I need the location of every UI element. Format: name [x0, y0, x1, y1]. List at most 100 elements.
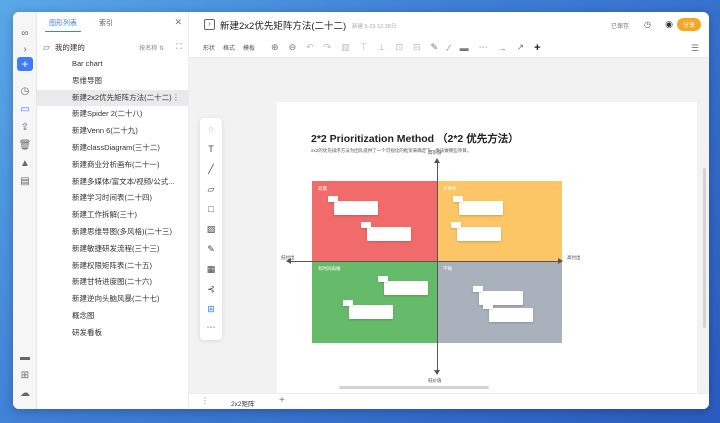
- list-item[interactable]: 新建甘特进度图(二十六): [37, 274, 188, 291]
- delete-icon[interactable]: ▥: [341, 42, 350, 53]
- mindmap-icon[interactable]: ⊰: [204, 282, 218, 296]
- line-icon[interactable]: ╱: [204, 162, 218, 176]
- text-color-icon[interactable]: ▬: [460, 43, 469, 53]
- recent-icon[interactable]: ◷: [17, 84, 33, 98]
- shape-menu[interactable]: 形状: [203, 43, 215, 52]
- add-page-button[interactable]: +: [279, 395, 285, 406]
- canvas[interactable]: ◌ T ╱ ▱ □ ▨ ✎ ▦ ⊰ ⊞ ⋯ 2*2 Prioritization…: [189, 58, 709, 397]
- arrow-style-icon[interactable]: →: [498, 43, 507, 53]
- list-item[interactable]: 新建学习时间表(二十四): [37, 190, 188, 207]
- align-icon[interactable]: ⊤: [360, 42, 368, 53]
- list-item[interactable]: 新建思维导图(多风格)(二十三): [37, 224, 188, 241]
- map-icon[interactable]: ⊞: [17, 368, 33, 382]
- undo-icon[interactable]: ↶: [306, 42, 314, 53]
- cloud-icon[interactable]: ☁: [17, 386, 33, 400]
- sticky-note[interactable]: [343, 300, 393, 319]
- list-item-label: 新建Spider 2(二十八): [72, 109, 143, 119]
- sticky-note-icon[interactable]: ▱: [204, 182, 218, 196]
- distribute-icon[interactable]: ⊥: [378, 42, 386, 53]
- rectangle-icon[interactable]: □: [204, 202, 218, 216]
- diagram-title[interactable]: 2*2 Prioritization Method （2*2 优先方法）: [311, 131, 519, 146]
- saved-timestamp: 新建 5-29 12:28日: [352, 24, 397, 30]
- more-icon[interactable]: ⋯: [204, 320, 218, 334]
- zoom-in-icon[interactable]: ⊕: [271, 42, 279, 53]
- list-item[interactable]: Bar chart: [37, 56, 188, 73]
- layout-icon[interactable]: ▬: [17, 350, 33, 364]
- list-item-label: 新建权限矩阵表(二十五): [72, 260, 152, 270]
- list-item[interactable]: 新建商业分析画布(二十一): [37, 157, 188, 174]
- file-list: Bar chart 思维导图 新建2x2优先矩阵方法(二十二) ⋮ 新建Spide…: [37, 56, 188, 342]
- quadrant-dont-do[interactable]: 不做: [437, 261, 562, 343]
- image-icon[interactable]: ▨: [204, 222, 218, 236]
- list-item[interactable]: 新建逆向头脑风暴(二十七): [37, 291, 188, 308]
- collapse-icon[interactable]: ›: [17, 42, 33, 56]
- tab-diagram-list[interactable]: 图形列表: [45, 16, 81, 32]
- share-button[interactable]: 分享: [676, 18, 701, 31]
- format-menu[interactable]: 格式: [223, 43, 235, 52]
- list-item[interactable]: 研发看板: [37, 325, 188, 342]
- team-icon[interactable]: ▲: [17, 156, 33, 170]
- shapes-icon[interactable]: ◌: [204, 122, 218, 136]
- clipboard-icon[interactable]: ▤: [17, 174, 33, 188]
- diagram-description[interactable]: 2x2的优先排序方法为团队提供了一个可视化的框架来确定下一步该做哪些项目。: [311, 148, 471, 154]
- quadrant-do-later[interactable]: 有时间再做: [312, 261, 437, 343]
- doc-title[interactable]: 新建2x2优先矩阵方法(二十二): [220, 18, 346, 32]
- axis-label-right[interactable]: 高付出: [567, 255, 581, 261]
- template-menu[interactable]: 模板: [243, 43, 255, 52]
- menu-icon[interactable]: ☰: [691, 43, 699, 54]
- vertical-scrollbar[interactable]: [703, 168, 706, 328]
- sticky-note[interactable]: [378, 276, 428, 295]
- sticky-note[interactable]: [361, 222, 411, 241]
- grid-icon[interactable]: ⊞: [204, 302, 218, 316]
- axis-label-bottom[interactable]: 低价值: [428, 378, 442, 384]
- quadrant-do-first[interactable]: 双赢: [312, 181, 437, 261]
- list-item[interactable]: 新建敏捷研发流程(三十三): [37, 241, 188, 258]
- logo-icon: ∞: [21, 27, 29, 39]
- page-tab[interactable]: 2x2矩阵: [231, 398, 254, 408]
- trash-icon[interactable]: 🗑: [17, 138, 33, 152]
- table-icon[interactable]: ▦: [204, 262, 218, 276]
- list-item[interactable]: 新建工作拆解(三十): [37, 207, 188, 224]
- share-folder-icon[interactable]: ⇪: [17, 120, 33, 134]
- send-back-icon[interactable]: ⊟: [413, 42, 421, 53]
- sticky-note[interactable]: [451, 222, 501, 241]
- list-item[interactable]: 概念图: [37, 308, 188, 325]
- preview-icon[interactable]: ◉: [665, 19, 673, 30]
- expand-icon[interactable]: ⛶: [176, 42, 182, 52]
- folder-icon[interactable]: ▭: [17, 102, 33, 116]
- list-item[interactable]: 新建classDiagram(三十二): [37, 140, 188, 157]
- axis-label-left[interactable]: 低付出: [281, 255, 295, 261]
- sticky-note[interactable]: [483, 303, 533, 322]
- tab-index[interactable]: 索引: [95, 16, 117, 32]
- list-item[interactable]: 新建Venn 6(二十九): [37, 123, 188, 140]
- history-icon[interactable]: ◷: [644, 20, 651, 29]
- sticky-note[interactable]: [328, 196, 378, 215]
- pen-icon[interactable]: ✎: [204, 242, 218, 256]
- horizontal-scrollbar[interactable]: [339, 386, 489, 389]
- connector-icon[interactable]: ↗: [517, 42, 525, 53]
- list-item[interactable]: 新建权限矩阵表(二十五): [37, 258, 188, 275]
- axis-label-top[interactable]: 高价值: [428, 150, 442, 156]
- list-item[interactable]: 新建Spider 2(二十八): [37, 106, 188, 123]
- more-icon[interactable]: ⋮: [172, 90, 180, 107]
- line-color-icon[interactable]: ∕: [448, 43, 450, 53]
- line-style-icon[interactable]: ⋯: [479, 42, 488, 53]
- sticky-note[interactable]: [453, 196, 503, 215]
- bring-front-icon[interactable]: ⊡: [395, 42, 403, 53]
- insert-icon[interactable]: +: [534, 42, 540, 54]
- redo-icon[interactable]: ↷: [324, 42, 332, 53]
- folder-row[interactable]: ▱ 我的建的 按名称 ⇅ ⛶: [43, 40, 184, 54]
- new-diagram-button[interactable]: +: [17, 57, 33, 71]
- fill-color-icon[interactable]: ✎: [431, 42, 439, 53]
- close-panel-icon[interactable]: ✕: [174, 17, 182, 28]
- zoom-out-icon[interactable]: ⊖: [289, 42, 297, 53]
- list-item-label: 新建思维导图(多风格)(二十三): [72, 226, 172, 236]
- list-item[interactable]: 新建多媒体/富文本/视频/公式...: [37, 174, 188, 191]
- list-item[interactable]: 思维导图: [37, 73, 188, 90]
- text-icon[interactable]: T: [204, 142, 218, 156]
- sort-by-name[interactable]: 按名称 ⇅: [139, 43, 164, 52]
- quadrant-big-projects[interactable]: 大事件: [437, 181, 562, 261]
- page-menu-icon[interactable]: ⋮: [201, 396, 209, 405]
- diagram-page: 2*2 Prioritization Method （2*2 优先方法） 2x2…: [277, 102, 697, 397]
- list-item-selected[interactable]: 新建2x2优先矩阵方法(二十二) ⋮: [37, 89, 188, 107]
